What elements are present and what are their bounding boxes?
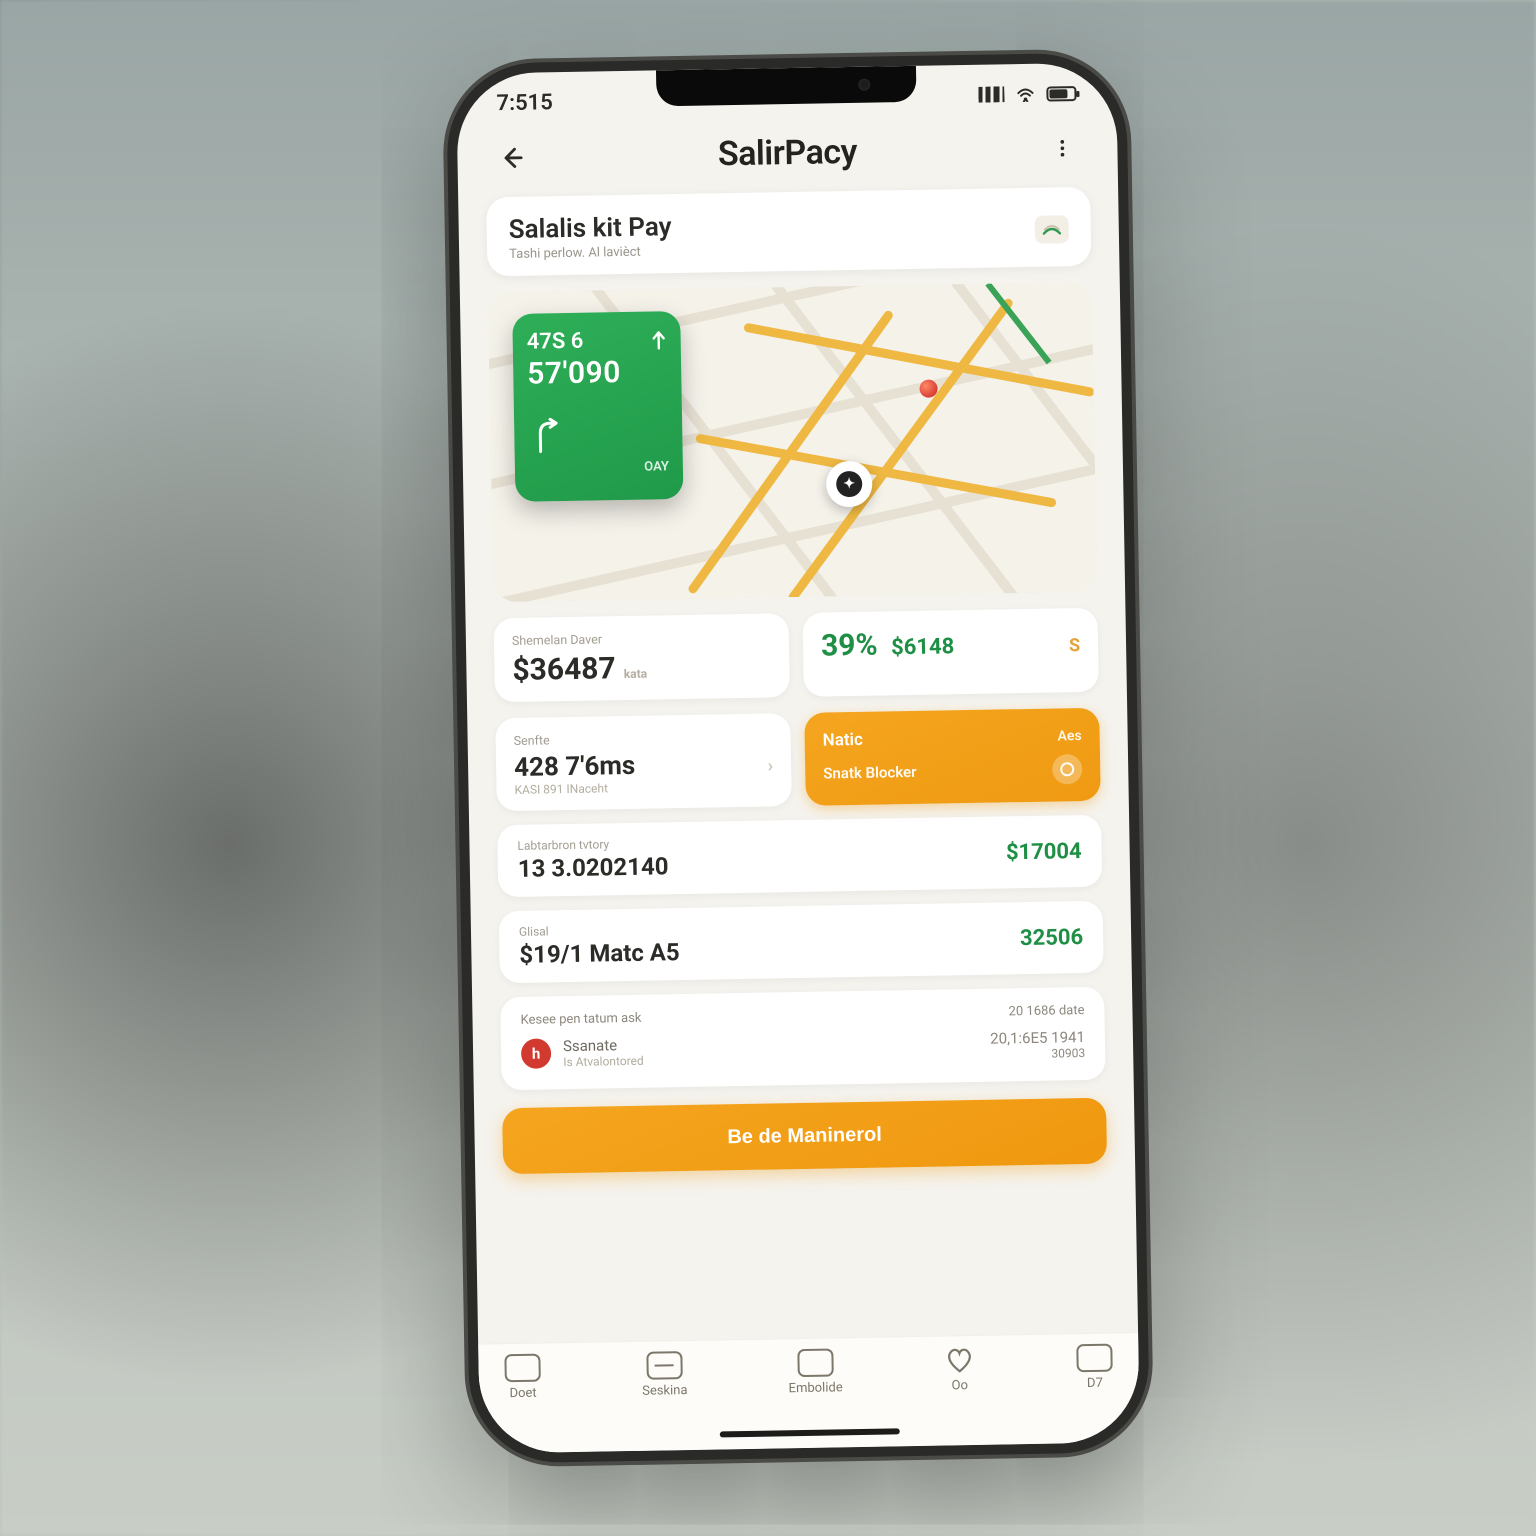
arrow-left-icon [499, 145, 525, 171]
signal-icon [978, 86, 1004, 102]
row2-value: $19/1 Matc A5 [519, 938, 680, 969]
tab-3-icon [797, 1348, 833, 1377]
more-vertical-icon [1051, 137, 1073, 159]
summary-line2-amt: 30903 [990, 1046, 1085, 1062]
tab-bar: Doet Seskina Embolide Oo D7 [478, 1332, 1140, 1454]
card-badge [1035, 215, 1069, 244]
tab-5-label: D7 [1087, 1376, 1103, 1391]
map-info-card[interactable]: 47S 6 57'090 OAY [512, 311, 683, 502]
tab-2-icon [646, 1351, 682, 1380]
action-line2: Snatk Blocker [823, 762, 917, 782]
balance-value: $36487 [512, 651, 616, 688]
heart-icon [943, 1346, 975, 1375]
primary-cta-button[interactable]: Be de Maninerol [502, 1098, 1107, 1175]
tab-3[interactable]: Embolide [788, 1348, 843, 1396]
tab-3-label: Embolide [788, 1380, 842, 1396]
action-tile[interactable]: Natic Aes Snatk Blocker [804, 708, 1101, 806]
tab-1[interactable]: Doet [504, 1354, 541, 1402]
chevron-right-icon: › [767, 755, 773, 776]
row2-amount: 32506 [1020, 925, 1084, 951]
row1-amount: $17004 [1006, 839, 1082, 865]
row1-label: Labtarbron tvtory [517, 836, 668, 853]
destination-card[interactable]: Salalis kit Pay Tashi perlow. Al lavièct [486, 187, 1091, 277]
alert-icon: h [521, 1038, 552, 1069]
history-row-2[interactable]: Glisal $19/1 Matc A5 32506 [499, 901, 1104, 984]
tab-1-icon [504, 1354, 540, 1383]
balance-tile[interactable]: Shemelan Daver $36487 kata [494, 613, 790, 702]
card-icon [1042, 222, 1062, 236]
summary-line1-amt: 20,1:6E5 1941 [990, 1028, 1085, 1048]
coin-icon [1052, 754, 1083, 785]
trips-tile[interactable]: Senfte 428 7'6ms › KASI 891 INaceht [495, 713, 792, 811]
location-icon: ✦ [836, 471, 862, 497]
history-row-1[interactable]: Labtarbron tvtory 13 3.0202140 $17004 [497, 815, 1102, 898]
earnings-suffix: S [1069, 635, 1080, 656]
app-bar: SalirPacy [457, 122, 1118, 198]
device-notch [656, 66, 917, 107]
summary-line2: Is Atvalontored [563, 1054, 644, 1069]
map-card-line1: 47S 6 [526, 329, 583, 355]
phone-frame: 7:515 SalirPacy Salalis kit Pay [456, 62, 1140, 1453]
turn-arrow-icon [530, 417, 565, 456]
tab-2[interactable]: Seskina [641, 1351, 687, 1399]
balance-label: Shemelan Daver [512, 629, 771, 649]
summary-card[interactable]: Kesee pen tatum ask 20 1686 date h Ssana… [500, 987, 1106, 1091]
wifi-icon [1014, 86, 1036, 102]
trips-label: Senfte [514, 729, 773, 749]
earnings-tile[interactable]: 39% $6148 S [802, 608, 1098, 697]
earnings-pct: 39% [821, 628, 878, 664]
summary-line1: Ssanate [563, 1036, 644, 1055]
map-view[interactable]: 47S 6 57'090 OAY ✦ [488, 282, 1097, 602]
map-card-line2: 57'090 [527, 354, 668, 391]
app-title: SalirPacy [718, 132, 858, 174]
action-line1-right: Aes [1057, 728, 1081, 744]
row2-label: Glisal [519, 922, 680, 939]
summary-header-left: Kesee pen tatum ask [520, 1011, 641, 1028]
tab-1-label: Doet [509, 1386, 536, 1401]
tab-4-label: Oo [951, 1378, 968, 1393]
action-line1-left: Natic [823, 729, 863, 750]
tab-5-icon [1076, 1344, 1112, 1373]
tab-2-label: Seskina [642, 1383, 688, 1399]
tab-5[interactable]: D7 [1076, 1344, 1113, 1392]
tab-4[interactable]: Oo [943, 1346, 976, 1394]
earnings-amount: $6148 [891, 634, 955, 660]
map-card-corner: OAY [529, 459, 669, 476]
summary-header-right: 20 1686 date [1008, 1003, 1084, 1019]
row1-value: 13 3.0202140 [518, 852, 669, 883]
arrow-up-icon [651, 330, 667, 350]
back-button[interactable] [491, 137, 534, 180]
battery-icon [1046, 86, 1076, 102]
status-time: 7:515 [496, 90, 553, 116]
more-button[interactable] [1041, 127, 1084, 170]
trips-value: 428 7'6ms [514, 751, 636, 783]
balance-suffix: kata [624, 667, 648, 681]
home-indicator[interactable] [720, 1428, 900, 1437]
